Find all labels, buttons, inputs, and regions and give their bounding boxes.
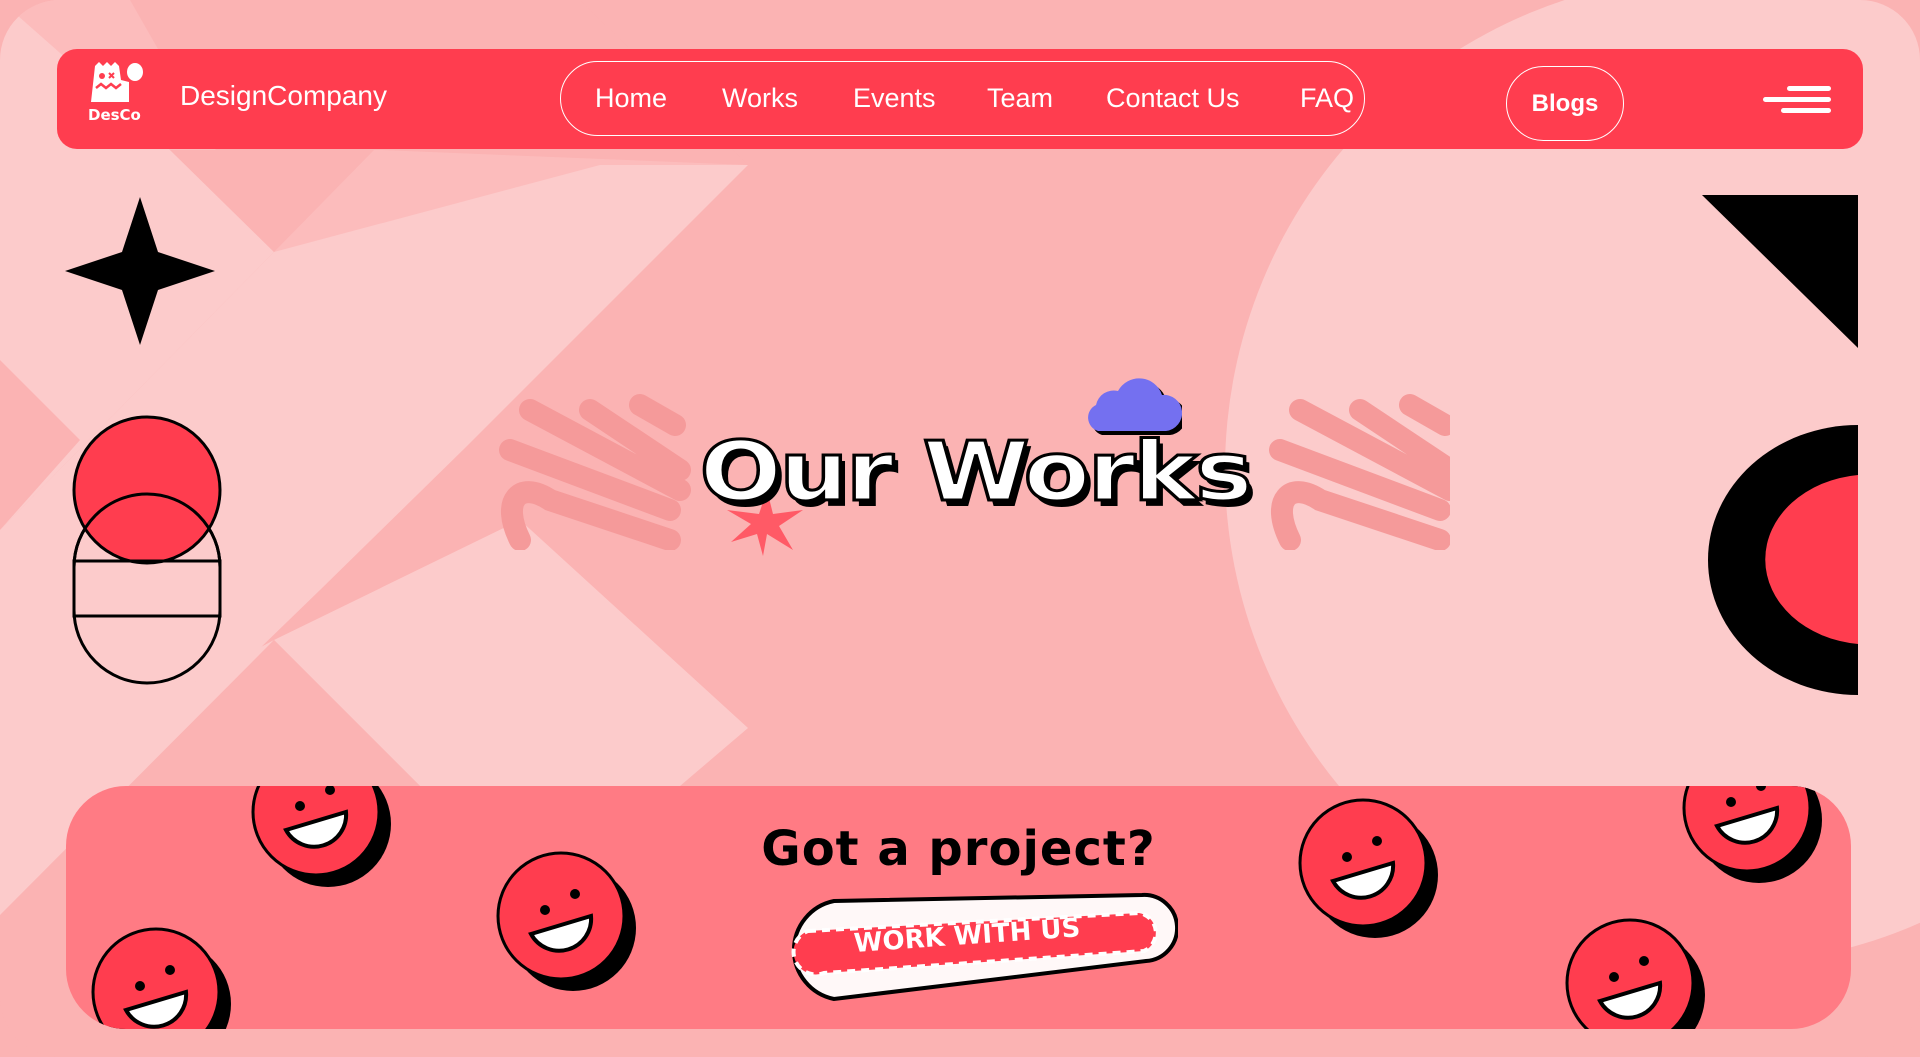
nav-contact-us[interactable]: Contact Us (1106, 83, 1240, 114)
brand-name[interactable]: DesignCompany (180, 80, 387, 112)
smiley-face-icon (1565, 918, 1705, 1029)
four-point-star-icon (65, 197, 215, 345)
nav-team[interactable]: Team (987, 83, 1053, 114)
page-title: Our Works (698, 424, 1255, 522)
nav-faq[interactable]: FAQ (1300, 83, 1354, 114)
logo-text: DesCo (88, 106, 141, 124)
logo[interactable]: DesCo (88, 60, 149, 126)
circles-capsule-shape (72, 415, 222, 685)
nav-home[interactable]: Home (595, 83, 667, 114)
page-background: DesCo DesignCompany Home Works Events Te… (0, 0, 1920, 1057)
half-circle-shape (1708, 425, 1858, 695)
cta-heading: Got a project? (761, 821, 1156, 877)
triangle-shape (1702, 195, 1858, 348)
nav-events[interactable]: Events (853, 83, 936, 114)
nav-menu (560, 61, 1365, 136)
navbar: DesCo DesignCompany Home Works Events Te… (57, 49, 1863, 149)
cta-panel: Got a project? WORK WITH US (66, 786, 1851, 1029)
smiley-face-icon (91, 927, 231, 1029)
blogs-button[interactable]: Blogs (1506, 66, 1624, 141)
nav-works[interactable]: Works (722, 83, 798, 114)
hamburger-menu-icon[interactable] (1763, 85, 1833, 115)
work-with-us-button[interactable]: WORK WITH US (774, 891, 1178, 1004)
